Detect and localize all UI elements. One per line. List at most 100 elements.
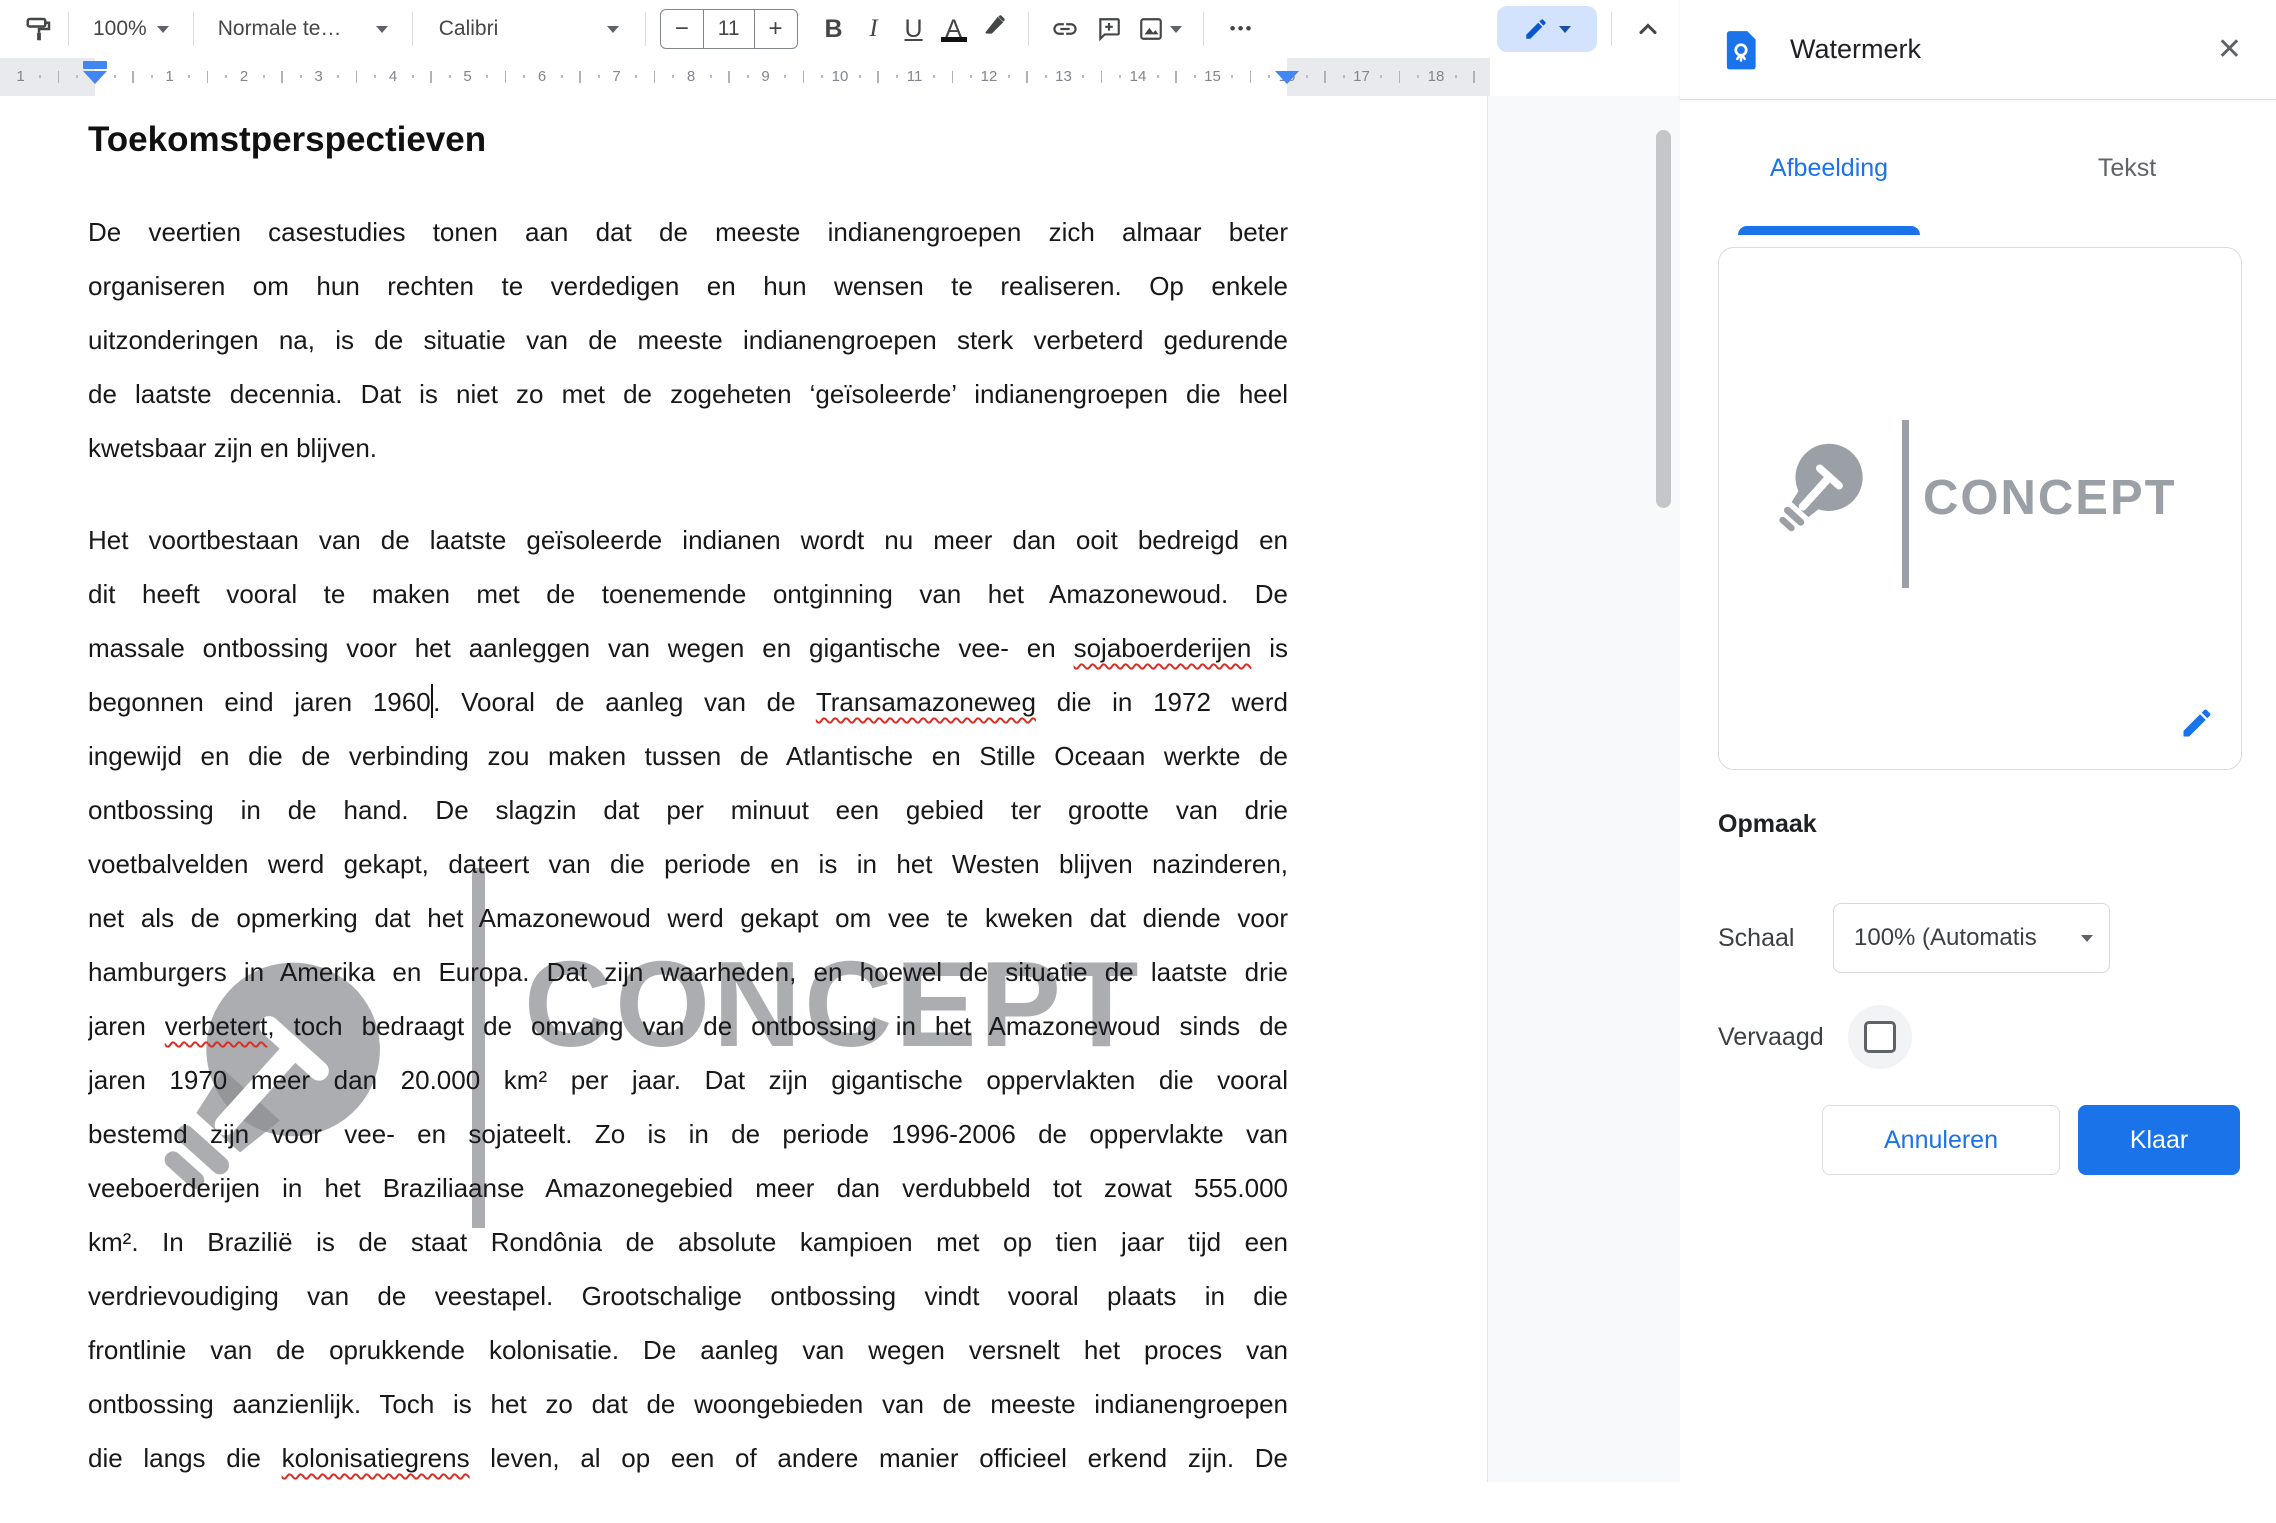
editing-mode-button[interactable]	[1497, 6, 1597, 52]
more-options-button[interactable]: •••	[1218, 7, 1266, 51]
ruler-number: 1	[16, 58, 24, 96]
text-line: km². In Brazilië is de staat Rondônia de…	[88, 1215, 1288, 1269]
tab-label: Tekst	[2098, 154, 2156, 183]
chevron-down-icon	[2081, 935, 2093, 942]
hide-menus-button[interactable]	[1626, 7, 1670, 51]
ruler-tick	[1045, 75, 1047, 78]
text-run: uitzonderingen na, is de situatie van de…	[88, 325, 1288, 355]
font-size-control: − 11 +	[660, 9, 798, 49]
format-section-title: Opmaak	[1718, 810, 1817, 839]
watermark-text: CONCEPT	[1923, 470, 2177, 526]
text-run: jaren 1970 meer dan 20.000 km² per jaar.…	[88, 1065, 1288, 1095]
text-line: veeboerderijen in het Braziliaanse Amazo…	[88, 1161, 1288, 1215]
text-line: net als de opmerking dat het Amazonewoud…	[88, 891, 1288, 945]
document-content: Toekomstperspectieven De veertien casest…	[88, 118, 1288, 1523]
font-select[interactable]: Calibri	[427, 7, 631, 51]
chevron-down-icon	[157, 26, 169, 33]
ruler-number: 14	[1130, 58, 1147, 96]
add-comment-button[interactable]	[1087, 7, 1131, 51]
scale-select[interactable]: 100% (Automatis	[1833, 903, 2110, 973]
text-run: . Vooral de aanleg van de	[433, 687, 816, 717]
paragraph-style-select[interactable]: Normale te…	[208, 7, 398, 51]
italic-button[interactable]: I	[854, 15, 894, 43]
text-run: ontbossing in de hand. De slagzin dat pe…	[88, 795, 1288, 825]
ruler-tick	[374, 75, 376, 78]
link-icon	[1051, 15, 1079, 43]
zoom-select[interactable]: 100%	[83, 7, 179, 51]
ruler-tick	[821, 75, 823, 78]
close-icon[interactable]: ✕	[2217, 35, 2242, 65]
first-line-indent-marker[interactable]	[83, 61, 107, 69]
scale-value: 100% (Automatis	[1854, 924, 2071, 952]
ruler-tick	[1399, 71, 1401, 83]
text-line: voetbalvelden werd gekapt, dateert van d…	[88, 837, 1288, 891]
paragraph-style-value: Normale te…	[218, 17, 342, 41]
vertical-scrollbar[interactable]	[1656, 130, 1671, 508]
ruler-tick	[710, 75, 712, 78]
ruler-tick	[1008, 75, 1010, 78]
text-line: organiseren om hun rechten te verdedigen…	[88, 259, 1288, 313]
ruler-tick	[877, 71, 879, 83]
current-color-swatch	[941, 37, 967, 42]
text-line: verdrievoudiging van de veestapel. Groot…	[88, 1269, 1288, 1323]
ruler: 1123456789101112131415161718	[0, 58, 1490, 97]
insert-link-button[interactable]	[1043, 7, 1087, 51]
ruler-tick	[803, 71, 805, 83]
paragraph: Het voortbestaan van de laatste geïsolee…	[88, 513, 1288, 1485]
watermark-preview-card: CONCEPT	[1718, 247, 2242, 770]
bold-button[interactable]: B	[814, 15, 854, 44]
faded-checkbox[interactable]	[1848, 1005, 1912, 1069]
text-line: ingewijd en die de verbinding zou maken …	[88, 729, 1288, 783]
tab-tekst[interactable]: Tekst	[1978, 101, 2276, 235]
ruler-tick	[1026, 71, 1028, 83]
ruler-tick	[635, 75, 637, 78]
panel-title: Watermerk	[1790, 34, 2217, 65]
ruler-tick	[39, 75, 41, 78]
edit-watermark-button[interactable]	[2179, 705, 2215, 741]
tab-afbeelding[interactable]: Afbeelding	[1680, 101, 1978, 235]
ruler-tick	[1231, 75, 1233, 78]
font-size-value[interactable]: 11	[703, 10, 755, 48]
right-indent-marker[interactable]	[1275, 71, 1299, 84]
text-line: frontlinie van de oprukkende kolonisatie…	[88, 1323, 1288, 1377]
ruler-tick	[263, 75, 265, 78]
ruler-tick	[672, 75, 674, 78]
ruler-tick	[952, 71, 954, 83]
ruler-tick	[281, 71, 283, 83]
faded-label: Vervaagd	[1718, 1023, 1824, 1052]
ruler-tick	[579, 71, 581, 83]
watermark-panel: Watermerk ✕ Afbeelding Tekst CONCEPT Opma…	[1680, 0, 2276, 1482]
paint-format-icon[interactable]	[24, 7, 54, 51]
text-run: hamburgers in Amerika en Europa. Dat zij…	[88, 957, 1288, 987]
ruler-number: 6	[538, 58, 546, 96]
cancel-button[interactable]: Annuleren	[1822, 1105, 2060, 1175]
ruler-tick	[430, 71, 432, 83]
toolbar-separator	[68, 12, 69, 46]
ruler-tick	[225, 75, 227, 78]
text-run: kwetsbaar zijn en blijven.	[88, 433, 377, 463]
text-line: ontbossing aanzienlijk. Toch is het zo d…	[88, 1377, 1288, 1431]
ruler-tick	[1250, 71, 1252, 83]
comment-icon	[1096, 16, 1122, 42]
watermark-divider-bar	[1902, 420, 1909, 588]
text-run: massale ontbossing voor het aanleggen va…	[88, 633, 1074, 663]
ruler-number: 11	[907, 58, 923, 96]
ruler-tick	[1455, 75, 1457, 78]
highlight-button[interactable]	[974, 13, 1014, 46]
ruler-tick	[188, 75, 190, 78]
ruler-tick	[933, 75, 935, 78]
text-color-button[interactable]: A	[934, 15, 974, 44]
done-button[interactable]: Klaar	[2078, 1105, 2240, 1175]
chevron-down-icon	[1170, 26, 1182, 33]
insert-image-button[interactable]	[1131, 7, 1189, 51]
toolbar-separator	[1028, 12, 1029, 46]
ruler-number: 3	[314, 58, 322, 96]
text-run: verdrievoudiging van de veestapel. Groot…	[88, 1281, 1288, 1311]
left-indent-marker[interactable]	[83, 71, 107, 84]
underline-button[interactable]: U	[894, 15, 934, 44]
ruler-tick	[486, 75, 488, 78]
text-line: de laatste decennia. Dat is niet zo met …	[88, 367, 1288, 421]
document-page[interactable]: CONCEPT Toekomstperspectieven De veertie…	[0, 96, 1488, 1482]
increase-font-size-button[interactable]: +	[755, 10, 797, 48]
decrease-font-size-button[interactable]: −	[661, 10, 703, 48]
